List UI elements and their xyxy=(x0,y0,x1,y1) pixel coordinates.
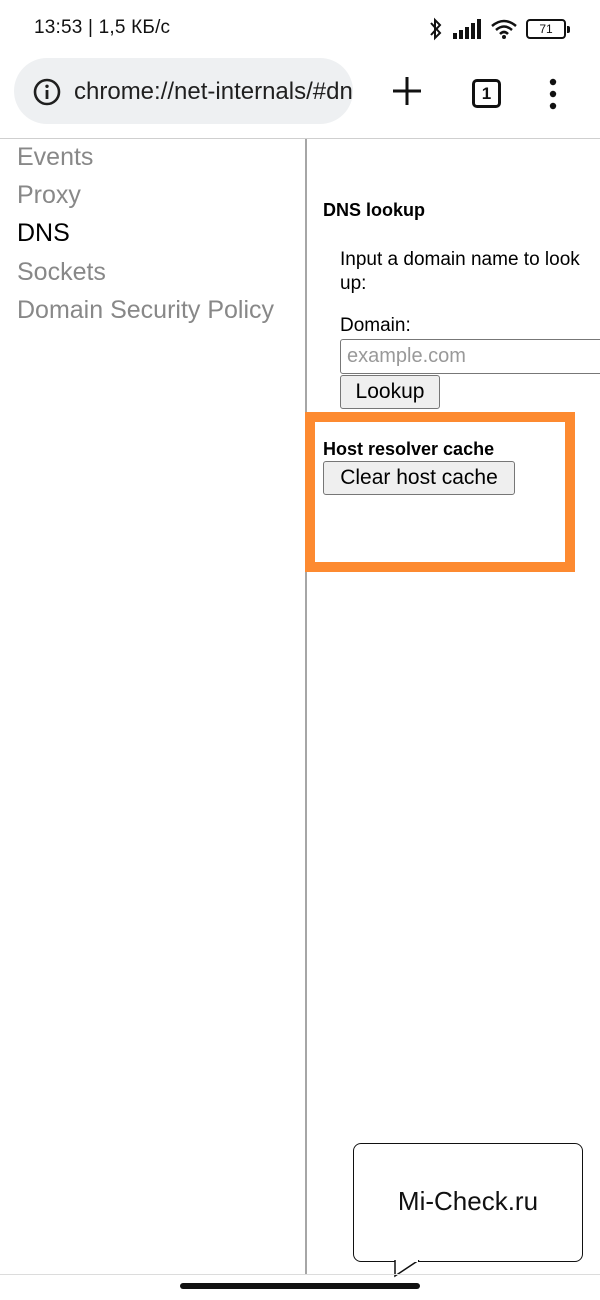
url-text[interactable]: chrome://net-internals/#dns xyxy=(74,78,353,106)
domain-label: Domain: xyxy=(340,315,411,336)
bluetooth-icon xyxy=(430,17,442,41)
sidebar: Events Proxy DNS Sockets Domain Security… xyxy=(0,139,305,1274)
sidebar-item-events[interactable]: Events xyxy=(17,143,93,172)
sidebar-item-dns[interactable]: DNS xyxy=(17,219,70,248)
dns-panel: DNS lookup Input a domain name to look u… xyxy=(307,139,600,1274)
more-vert-icon[interactable] xyxy=(544,77,562,111)
bubble-tail xyxy=(394,1260,420,1278)
sidebar-item-domain-security-policy[interactable]: Domain Security Policy xyxy=(17,296,274,325)
status-bar: 13:53 | 1,5 КБ/с 71 xyxy=(0,0,600,58)
domain-input[interactable] xyxy=(340,339,600,374)
dns-lookup-description: Input a domain name to look up: xyxy=(340,249,580,294)
tab-switcher-button[interactable]: 1 xyxy=(472,79,501,108)
address-bar[interactable]: chrome://net-internals/#dns xyxy=(14,58,353,124)
highlight-frame xyxy=(305,412,575,572)
battery-level: 71 xyxy=(539,22,553,36)
lookup-button[interactable]: Lookup xyxy=(340,375,440,409)
home-indicator[interactable] xyxy=(180,1283,420,1289)
battery-icon: 71 xyxy=(526,19,570,39)
browser-toolbar: chrome://net-internals/#dns 1 xyxy=(0,58,600,138)
info-icon[interactable] xyxy=(33,78,61,106)
status-icons: 71 xyxy=(428,15,570,43)
wifi-icon xyxy=(491,19,517,39)
tab-count: 1 xyxy=(481,84,492,103)
status-time-speed: 13:53 | 1,5 КБ/с xyxy=(34,17,171,38)
watermark-text: Mi-Check.ru xyxy=(397,1186,539,1216)
sidebar-item-proxy[interactable]: Proxy xyxy=(17,181,81,210)
signal-icon xyxy=(453,19,481,39)
watermark-bubble: Mi-Check.ru xyxy=(353,1143,583,1262)
nav-bar-divider xyxy=(0,1274,600,1275)
sidebar-item-sockets[interactable]: Sockets xyxy=(17,258,106,287)
dns-lookup-title: DNS lookup xyxy=(323,200,425,220)
plus-icon[interactable] xyxy=(390,74,424,108)
